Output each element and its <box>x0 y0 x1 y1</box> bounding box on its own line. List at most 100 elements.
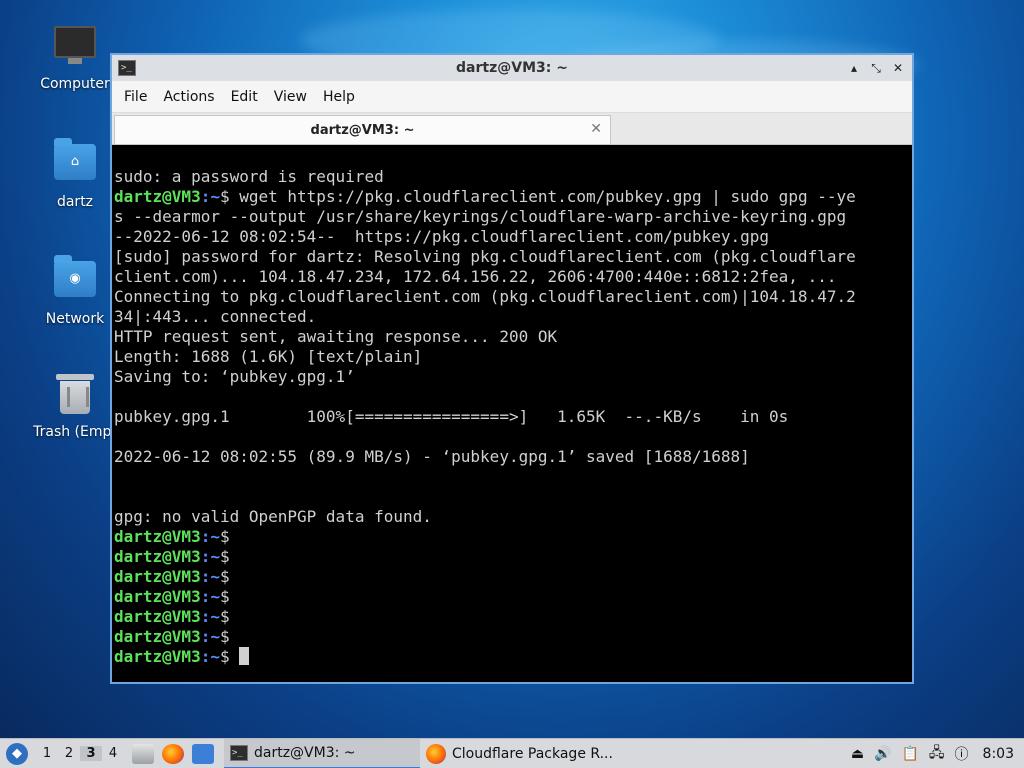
terminal-line: [sudo] password for dartz: Resolving pkg… <box>114 247 856 266</box>
firefox-icon <box>426 743 446 764</box>
prompt-symbol: $ <box>219 607 230 626</box>
prompt-user: dartz@VM3 <box>114 607 201 626</box>
menu-help[interactable]: Help <box>315 89 363 105</box>
show-desktop-icon[interactable] <box>192 743 214 764</box>
tab-bar: dartz@VM3: ~ ✕ <box>112 113 912 145</box>
prompt-user: dartz@VM3 <box>114 627 201 646</box>
home-folder-icon: ⌂ <box>53 138 97 188</box>
maximize-button[interactable]: ⤡ <box>868 60 884 76</box>
prompt-path: :~ <box>200 607 220 626</box>
task-label: dartz@VM3: ~ <box>254 744 356 761</box>
window-titlebar[interactable]: >_ dartz@VM3: ~ ▴ ⤡ ✕ <box>112 55 912 81</box>
desktop-icon-home[interactable]: ⌂ dartz <box>27 138 123 210</box>
desktop-icon-trash[interactable]: Trash (Empt <box>27 372 123 440</box>
prompt-symbol: $ <box>219 527 230 546</box>
terminal-prompt-line: dartz@VM3:~$ <box>114 527 912 547</box>
terminal-line: Length: 1688 (1.6K) [text/plain] <box>114 347 423 366</box>
terminal-line: client.com)... 104.18.47.234, 172.64.156… <box>114 267 837 286</box>
prompt-path: :~ <box>200 547 220 566</box>
prompt-symbol: $ <box>219 187 230 206</box>
prompt-symbol: $ <box>219 587 230 606</box>
terminal-prompt-line: dartz@VM3:~$ <box>114 567 912 587</box>
terminal-prompt-line: dartz@VM3:~$ wget https://pkg.cloudflare… <box>114 187 912 207</box>
tab-terminal[interactable]: dartz@VM3: ~ ✕ <box>114 115 611 144</box>
prompt-path: :~ <box>200 647 220 666</box>
terminal-line: s --dearmor --output /usr/share/keyrings… <box>114 207 847 226</box>
computer-icon <box>53 26 97 70</box>
desktop-icon-label: dartz <box>56 194 94 210</box>
desktop-icon-label: Network <box>45 311 105 327</box>
prompt-user: dartz@VM3 <box>114 187 201 206</box>
prompt-user: dartz@VM3 <box>114 587 201 606</box>
terminal-line: gpg: no valid OpenPGP data found. <box>114 507 432 526</box>
terminal-line: 34|:443... connected. <box>114 307 317 326</box>
command-text: wget https://pkg.cloudflareclient.com/pu… <box>229 187 856 206</box>
terminal-line: Connecting to pkg.cloudflareclient.com (… <box>114 287 856 306</box>
workspace-2[interactable]: 2 <box>58 746 80 761</box>
desktop-icon-computer[interactable]: Computer <box>27 22 123 92</box>
prompt-user: dartz@VM3 <box>114 527 201 546</box>
terminal-prompt-line: dartz@VM3:~$ <box>114 607 912 627</box>
prompt-user: dartz@VM3 <box>114 647 201 666</box>
clipboard-icon[interactable]: 📋 <box>901 746 918 762</box>
terminal-line: 2022-06-12 08:02:55 (89.9 MB/s) - ‘pubke… <box>114 447 750 466</box>
file-manager-launcher-icon[interactable] <box>132 743 154 764</box>
prompt-user: dartz@VM3 <box>114 547 201 566</box>
terminal-line: sudo: a password is required <box>114 167 384 186</box>
system-tray: ⏏ 🔊 📋 🖧 ⓘ 8:03 <box>851 742 1024 766</box>
prompt-symbol: $ <box>219 567 230 586</box>
prompt-path: :~ <box>200 627 220 646</box>
prompt-symbol: $ <box>219 647 230 666</box>
menu-edit[interactable]: Edit <box>223 89 266 105</box>
text-cursor <box>239 647 250 665</box>
workspace-1[interactable]: 1 <box>36 746 58 761</box>
menu-file[interactable]: File <box>116 89 155 105</box>
close-button[interactable]: ✕ <box>890 60 906 76</box>
menu-view[interactable]: View <box>266 89 315 105</box>
task-firefox[interactable]: Cloudflare Package R... <box>420 739 616 768</box>
upload-icon[interactable]: ⏏ <box>851 746 864 762</box>
taskbar: ◆ 1 2 3 4 >_ dartz@VM3: ~ Cloudflare Pac… <box>0 738 1024 768</box>
terminal-line: pubkey.gpg.1 100%[================>] 1.6… <box>114 407 789 426</box>
command-text <box>230 647 240 666</box>
menubar: File Actions Edit View Help <box>112 81 912 113</box>
clock[interactable]: 8:03 <box>983 746 1014 762</box>
terminal-icon: >_ <box>230 744 248 761</box>
prompt-path: :~ <box>200 187 220 206</box>
terminal-prompt-line: dartz@VM3:~$ <box>114 627 912 647</box>
desktop-icon-label: Trash (Empt <box>33 424 117 440</box>
menu-actions[interactable]: Actions <box>155 89 222 105</box>
task-label: Cloudflare Package R... <box>452 745 613 762</box>
minimize-button[interactable]: ▴ <box>846 60 862 76</box>
terminal-output[interactable]: sudo: a password is required dartz@VM3:~$… <box>112 147 912 682</box>
prompt-symbol: $ <box>219 547 230 566</box>
app-menu-icon[interactable]: ◆ <box>6 742 28 765</box>
network-icon[interactable]: 🖧 <box>929 742 945 766</box>
terminal-app-icon: >_ <box>118 60 136 76</box>
terminal-prompt-line: dartz@VM3:~$ <box>114 547 912 567</box>
window-title: dartz@VM3: ~ <box>456 60 568 76</box>
firefox-launcher-icon[interactable] <box>162 743 184 764</box>
notification-icon[interactable]: ⓘ <box>955 744 969 764</box>
task-terminal[interactable]: >_ dartz@VM3: ~ <box>224 738 420 768</box>
close-icon[interactable]: ✕ <box>590 121 602 137</box>
workspace-4[interactable]: 4 <box>102 746 124 761</box>
terminal-line: Saving to: ‘pubkey.gpg.1’ <box>114 367 355 386</box>
volume-icon[interactable]: 🔊 <box>874 746 891 762</box>
terminal-prompt-line: dartz@VM3:~$ <box>114 587 912 607</box>
tab-label: dartz@VM3: ~ <box>310 122 415 138</box>
desktop-icon-network[interactable]: ◉ Network <box>27 255 123 327</box>
prompt-symbol: $ <box>219 627 230 646</box>
terminal-prompt-line: dartz@VM3:~$ <box>114 647 912 667</box>
prompt-user: dartz@VM3 <box>114 567 201 586</box>
prompt-path: :~ <box>200 587 220 606</box>
desktop-icon-label: Computer <box>40 76 110 92</box>
prompt-path: :~ <box>200 567 220 586</box>
workspace-3[interactable]: 3 <box>80 746 102 761</box>
trash-icon <box>53 374 97 418</box>
terminal-line: --2022-06-12 08:02:54-- https://pkg.clou… <box>114 227 770 246</box>
